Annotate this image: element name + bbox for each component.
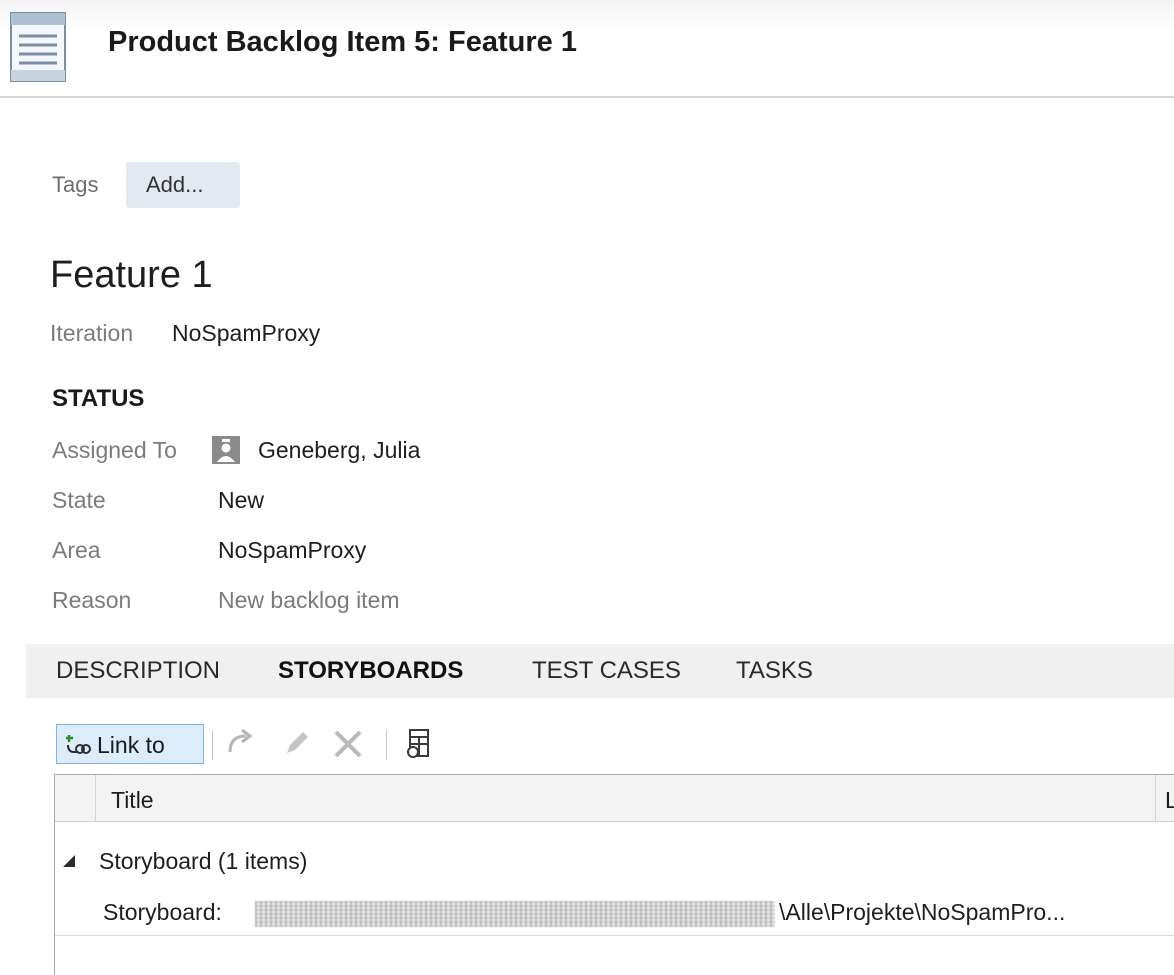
link-to-icon (66, 735, 91, 754)
storyboard-toolbar: Link to (54, 722, 1174, 768)
user-icon (212, 436, 240, 464)
group-row-storyboard[interactable]: Storyboard (1 items) (55, 845, 1174, 879)
group-label: Storyboard (1 items) (99, 848, 308, 874)
tab-description[interactable]: DESCRIPTION (56, 657, 220, 685)
tab-storyboards[interactable]: STORYBOARDS (278, 657, 463, 685)
assigned-to-value[interactable]: Geneberg, Julia (258, 437, 420, 464)
redacted-path (255, 901, 775, 927)
collapse-triangle-icon[interactable] (61, 853, 77, 869)
add-tag-button[interactable]: Add... (126, 162, 240, 208)
window-titlebar: Product Backlog Item 5: Feature 1 (0, 0, 1174, 98)
reason-label: Reason (52, 587, 132, 613)
tab-test-cases[interactable]: TEST CASES (532, 657, 681, 685)
state-label: State (52, 487, 106, 513)
table-row[interactable]: Storyboard: \Alle\Projekte\NoSpamPro... (55, 887, 1174, 936)
delete-icon[interactable] (332, 728, 364, 760)
iteration-value[interactable]: NoSpamProxy (172, 320, 320, 347)
link-to-button[interactable]: Link to (56, 724, 204, 764)
column-header-title[interactable]: Title (111, 787, 154, 814)
toolbar-separator (212, 730, 213, 760)
work-item-document-icon (10, 12, 66, 82)
assigned-to-label: Assigned To (52, 437, 177, 463)
state-value[interactable]: New (218, 487, 264, 514)
status-heading: STATUS (52, 385, 145, 412)
tab-bar: DESCRIPTION STORYBOARDS TEST CASES TASKS (26, 644, 1174, 698)
area-label: Area (52, 537, 101, 563)
storyboard-links-grid: Title L Storyboard (1 items) Storyboard:… (54, 774, 1174, 975)
column-options-icon[interactable] (404, 728, 434, 760)
row-type-label: Storyboard: (103, 899, 222, 925)
link-to-label: Link to (97, 732, 165, 758)
tags-label: Tags (52, 172, 99, 197)
column-divider (95, 775, 96, 821)
iteration-label: Iteration (50, 320, 134, 346)
edit-icon[interactable] (282, 728, 312, 758)
column-divider (1155, 775, 1156, 821)
open-link-icon[interactable] (224, 728, 258, 758)
grid-header: Title L (55, 775, 1174, 822)
toolbar-separator (386, 730, 387, 760)
reason-value[interactable]: New backlog item (218, 587, 400, 614)
row-path-text: \Alle\Projekte\NoSpamPro... (779, 899, 1066, 925)
column-header-next[interactable]: L (1165, 787, 1174, 814)
work-item-title[interactable]: Feature 1 (50, 254, 213, 297)
area-value[interactable]: NoSpamProxy (218, 537, 366, 564)
window-title: Product Backlog Item 5: Feature 1 (108, 26, 577, 58)
tab-tasks[interactable]: TASKS (736, 657, 813, 685)
